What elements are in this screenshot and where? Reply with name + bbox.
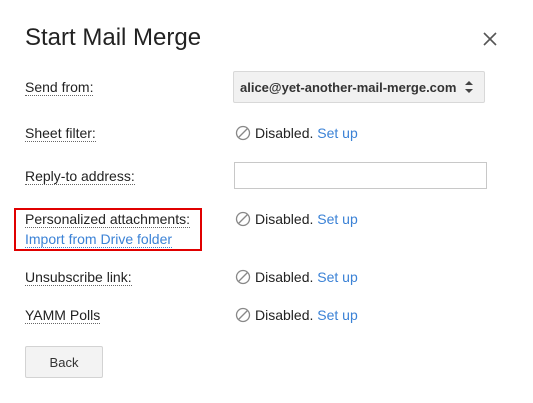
unsubscribe-setup-link[interactable]: Set up bbox=[317, 269, 357, 285]
attachments-label: Personalized attachments: bbox=[25, 211, 190, 228]
import-drive-folder-link[interactable]: Import from Drive folder bbox=[25, 231, 173, 248]
start-mail-merge-dialog: Start Mail Merge Send from: alice@yet-an… bbox=[0, 0, 533, 403]
polls-setup-link[interactable]: Set up bbox=[317, 307, 357, 323]
sheet-filter-label: Sheet filter: bbox=[25, 125, 96, 142]
sheet-filter-setup-link[interactable]: Set up bbox=[317, 125, 357, 141]
disabled-icon bbox=[235, 307, 251, 323]
back-button[interactable]: Back bbox=[25, 346, 103, 378]
disabled-icon bbox=[235, 211, 251, 227]
disabled-icon bbox=[235, 269, 251, 285]
close-icon[interactable] bbox=[481, 30, 499, 48]
send-from-value: alice@yet-another-mail-merge.com bbox=[240, 79, 457, 95]
polls-status-text: Disabled. bbox=[255, 307, 314, 323]
sheet-filter-status-text: Disabled. bbox=[255, 125, 314, 141]
attachments-status-text: Disabled. bbox=[255, 211, 314, 227]
polls-label: YAMM Polls bbox=[25, 307, 101, 324]
reply-to-input[interactable] bbox=[234, 162, 487, 189]
unsubscribe-status-text: Disabled. bbox=[255, 269, 314, 285]
attachments-setup-link[interactable]: Set up bbox=[317, 211, 357, 227]
select-arrows-icon bbox=[464, 80, 474, 97]
dialog-title: Start Mail Merge bbox=[25, 24, 202, 51]
sheet-filter-status: Disabled. Set up bbox=[235, 125, 358, 141]
send-from-select[interactable]: alice@yet-another-mail-merge.com bbox=[233, 71, 485, 103]
reply-to-label: Reply-to address: bbox=[25, 168, 135, 185]
polls-status: Disabled. Set up bbox=[235, 307, 358, 323]
attachments-status: Disabled. Set up bbox=[235, 211, 358, 227]
send-from-label: Send from: bbox=[25, 79, 94, 96]
unsubscribe-status: Disabled. Set up bbox=[235, 269, 358, 285]
unsubscribe-label: Unsubscribe link: bbox=[25, 269, 132, 286]
disabled-icon bbox=[235, 125, 251, 141]
